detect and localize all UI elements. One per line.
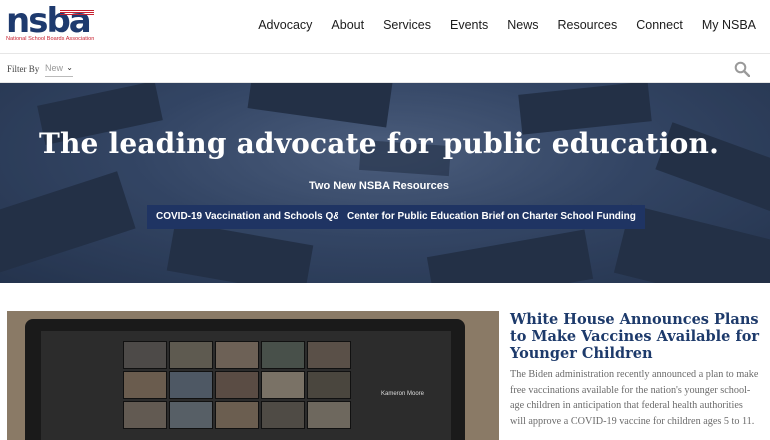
logo-wordmark: nsba xyxy=(6,1,92,41)
nav-news[interactable]: News xyxy=(507,18,538,32)
covid-vaccination-button[interactable]: COVID-19 Vaccination and Schools Q&A xyxy=(147,205,357,229)
chevron-down-icon: ⌄ xyxy=(66,63,73,72)
nav-services[interactable]: Services xyxy=(383,18,431,32)
nav-about[interactable]: About xyxy=(331,18,364,32)
flag-icon xyxy=(60,10,94,16)
hero-banner: The leading advocate for public educatio… xyxy=(0,83,770,283)
logo-subtitle: National School Boards Association xyxy=(6,36,95,42)
filter-select[interactable]: New ⌄ xyxy=(45,61,73,77)
site-header: nsba National School Boards Association … xyxy=(0,0,770,54)
nav-my-nsba[interactable]: My NSBA xyxy=(702,18,756,32)
search-icon[interactable] xyxy=(734,61,750,77)
nav-connect[interactable]: Connect xyxy=(636,18,683,32)
filter-selected-value: New xyxy=(45,63,64,73)
hero-title: The leading advocate for public educatio… xyxy=(38,127,720,160)
nsba-logo[interactable]: nsba National School Boards Association xyxy=(6,2,96,46)
filter-bar: Filter By New ⌄ xyxy=(0,55,770,83)
nav-events[interactable]: Events xyxy=(450,18,488,32)
article-image[interactable]: Kameron Moore xyxy=(7,311,499,440)
filter-label: Filter By xyxy=(7,64,40,74)
nav-resources[interactable]: Resources xyxy=(558,18,618,32)
article-title[interactable]: White House Announces Plans to Make Vacc… xyxy=(510,311,760,362)
hero-subtitle: Two New NSBA Resources xyxy=(309,180,449,192)
nav-advocacy[interactable]: Advocacy xyxy=(258,18,312,32)
video-call-screen: Kameron Moore xyxy=(41,331,451,440)
charter-school-brief-button[interactable]: Center for Public Education Brief on Cha… xyxy=(338,205,645,229)
main-nav: Advocacy About Services Events News Reso… xyxy=(239,18,756,32)
participant-name: Kameron Moore xyxy=(381,391,425,397)
article-summary: The Biden administration recently announ… xyxy=(510,369,759,427)
